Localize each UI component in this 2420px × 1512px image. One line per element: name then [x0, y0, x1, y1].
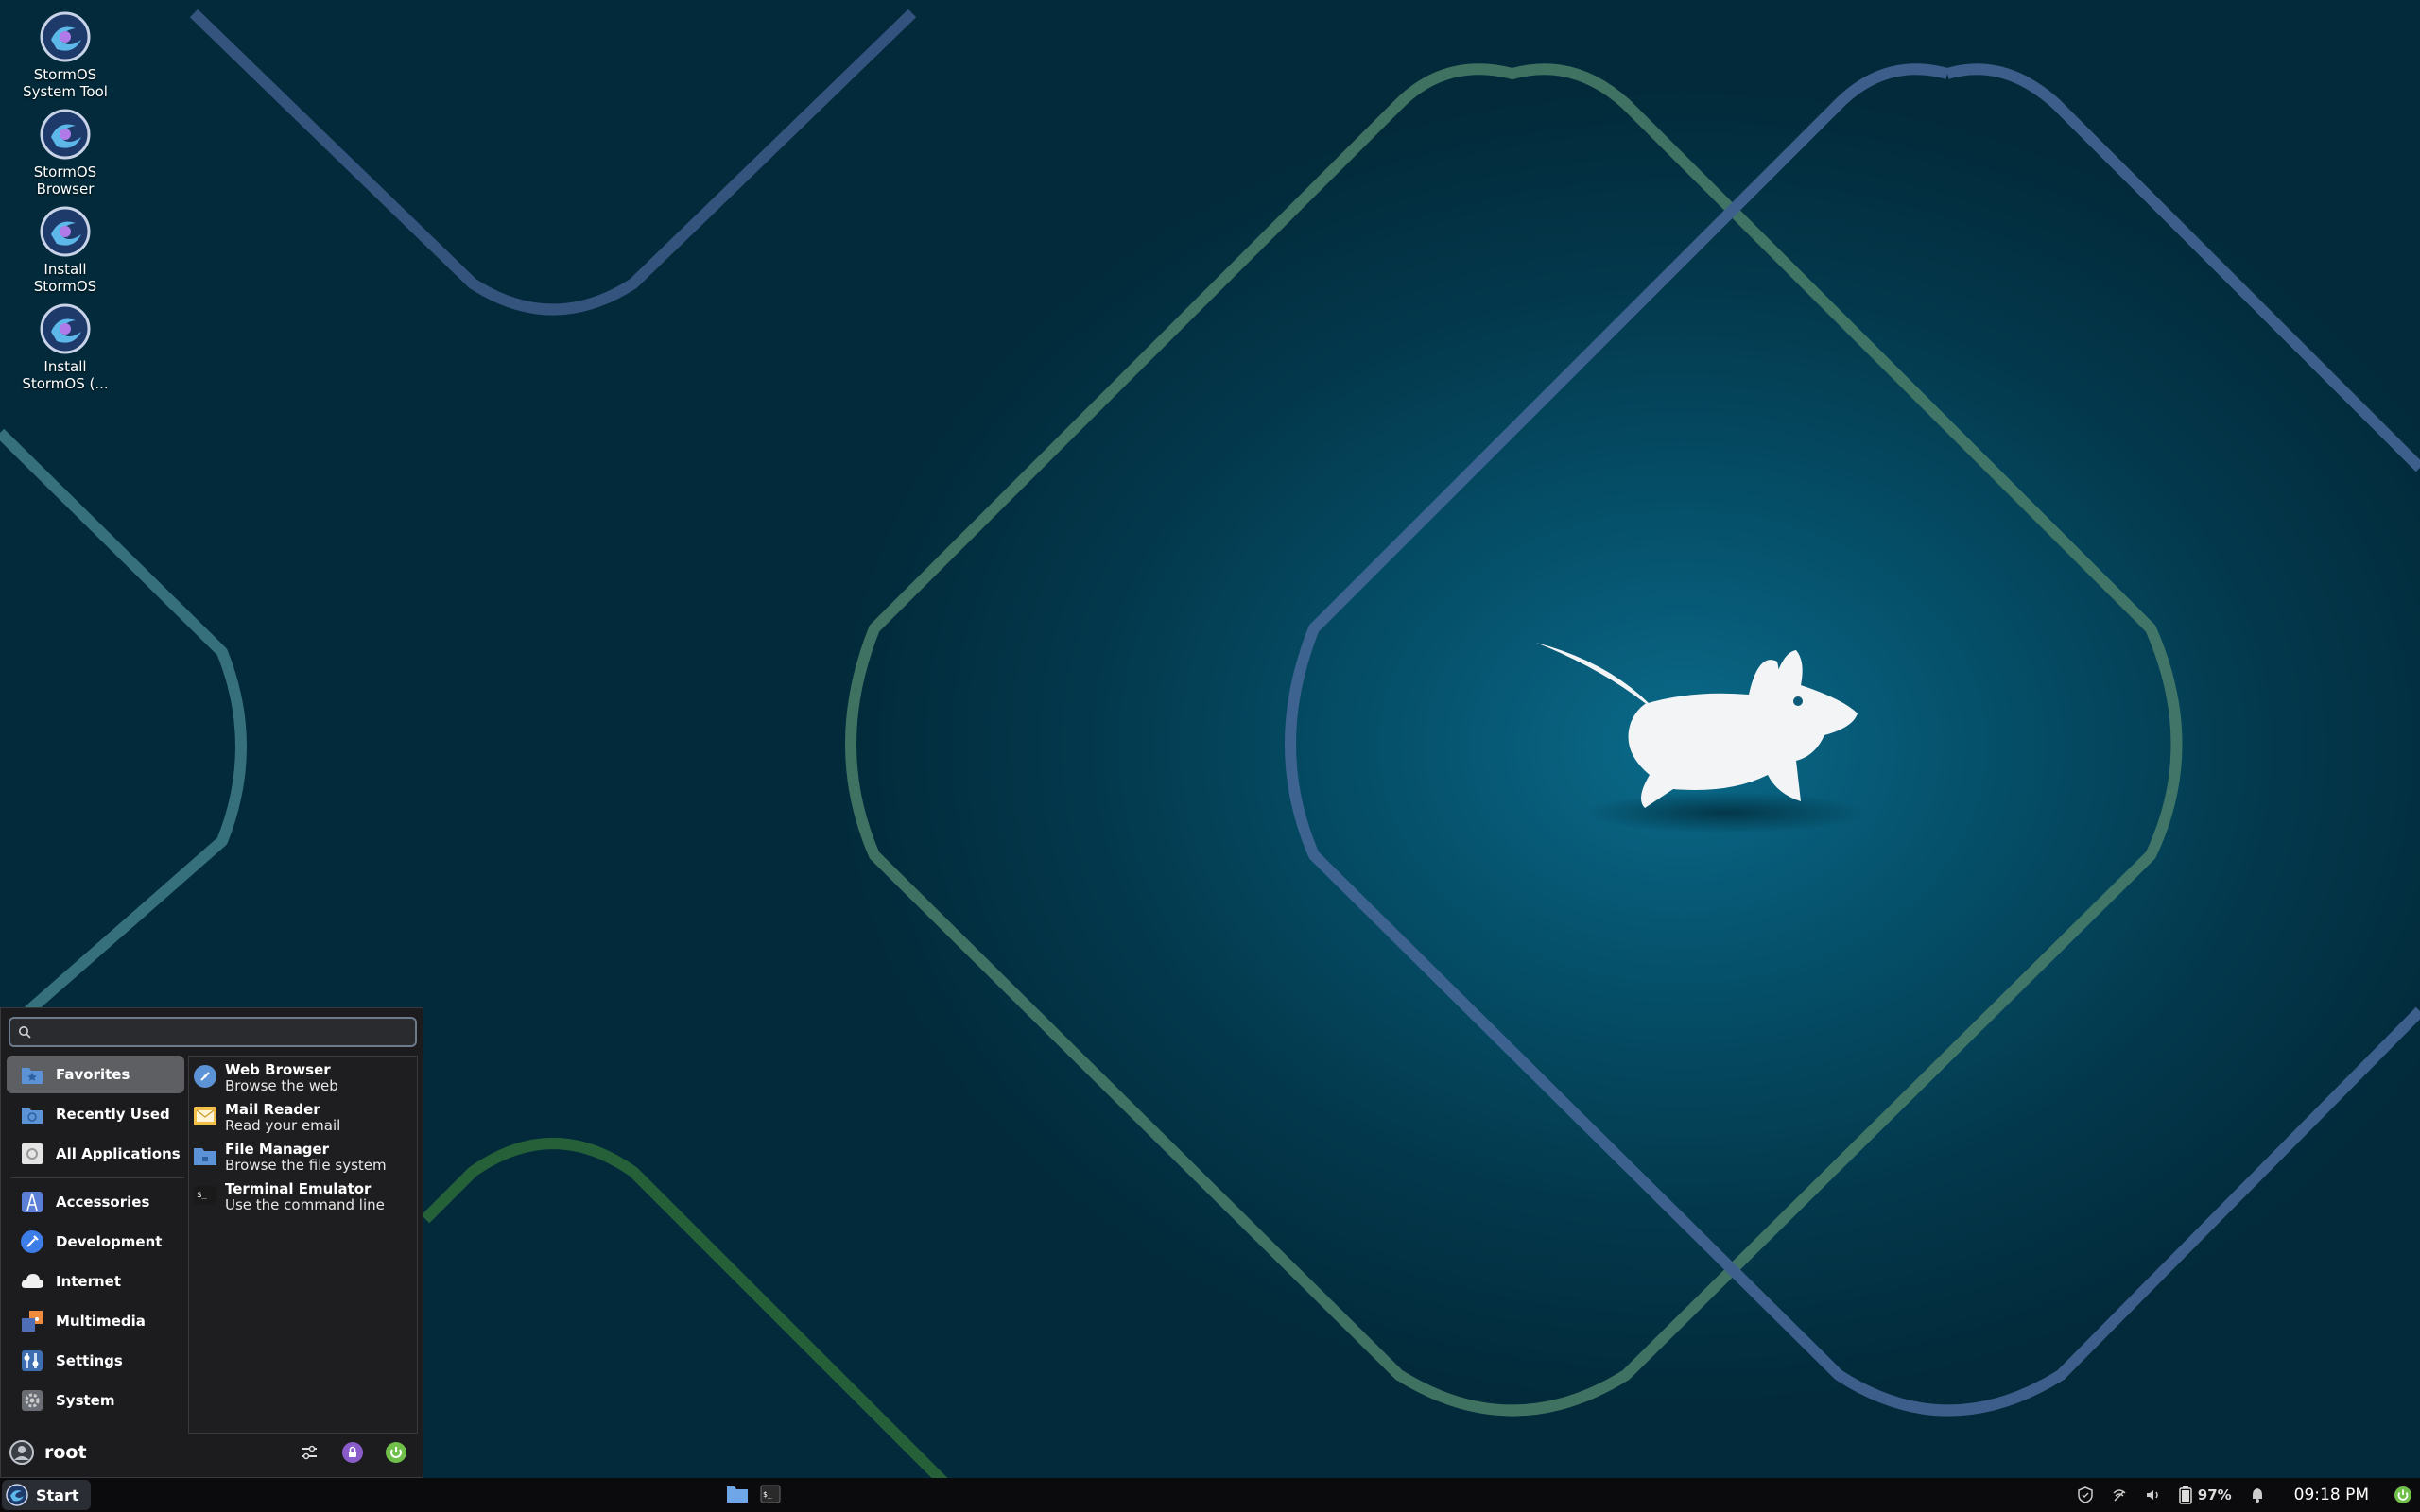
- category-separator: [10, 1177, 184, 1178]
- app-name: Terminal Emulator: [225, 1180, 372, 1197]
- category-label: Recently Used: [56, 1106, 170, 1123]
- notification-bell-icon[interactable]: [2249, 1486, 2266, 1503]
- system-tray: 97% 09:18 PM: [2077, 1478, 2420, 1512]
- category-label: Favorites: [56, 1066, 130, 1083]
- all-apps-icon: [22, 1143, 43, 1164]
- desktop-icon-label: Install StormOS (...: [22, 358, 109, 392]
- desktop-icon-install-alt[interactable]: Install StormOS (...: [13, 303, 117, 392]
- app-item-mail-reader[interactable]: Mail Reader Read your email: [189, 1096, 417, 1136]
- app-name: Mail Reader: [225, 1101, 320, 1118]
- internet-cloud-icon: [21, 1274, 43, 1288]
- category-recently-used[interactable]: Recently Used: [7, 1095, 184, 1133]
- clock[interactable]: 09:18 PM: [2294, 1486, 2369, 1504]
- app-name: Web Browser: [225, 1061, 331, 1078]
- favorites-folder-icon: [22, 1068, 43, 1084]
- stormos-logo-icon: [6, 1484, 28, 1506]
- user-name: root: [44, 1442, 87, 1463]
- network-icon[interactable]: [2111, 1486, 2128, 1503]
- settings-icon: [22, 1350, 43, 1371]
- desktop-icon-label: Install StormOS: [33, 261, 97, 295]
- recent-folder-icon: [22, 1108, 43, 1124]
- system-gear-icon: [22, 1390, 43, 1411]
- battery-percent: 97%: [2197, 1486, 2232, 1503]
- volume-icon[interactable]: [2145, 1486, 2162, 1503]
- app-description: Read your email: [225, 1117, 341, 1134]
- stormos-logo-icon: [40, 303, 91, 354]
- svg-text:$_: $_: [763, 1490, 772, 1499]
- logout-icon[interactable]: [385, 1441, 407, 1464]
- category-label: Settings: [56, 1352, 123, 1369]
- stormos-logo-icon: [40, 206, 91, 257]
- category-label: Accessories: [56, 1194, 150, 1211]
- accessories-icon: [22, 1192, 43, 1212]
- category-multimedia[interactable]: Multimedia: [7, 1302, 184, 1340]
- app-description: Browse the file system: [225, 1157, 387, 1174]
- search-input[interactable]: [37, 1022, 400, 1041]
- development-icon: [21, 1230, 43, 1253]
- desktop-icon-system-tool[interactable]: StormOS System Tool: [13, 11, 117, 100]
- mail-icon: [194, 1107, 216, 1125]
- category-all-applications[interactable]: All Applications: [7, 1135, 184, 1173]
- file-manager-icon: [194, 1148, 216, 1165]
- stormos-logo-icon: [40, 11, 91, 62]
- category-development[interactable]: Development: [7, 1223, 184, 1261]
- category-label: Development: [56, 1233, 163, 1250]
- svg-text:$_: $_: [197, 1191, 207, 1200]
- taskbar: Start $_ 97% 09:18 PM: [0, 1478, 2420, 1512]
- task-list: $_: [726, 1484, 781, 1504]
- power-status-icon[interactable]: [2394, 1486, 2412, 1504]
- lock-icon[interactable]: [341, 1441, 364, 1464]
- category-system[interactable]: System: [7, 1382, 184, 1419]
- category-label: Multimedia: [56, 1313, 146, 1330]
- menu-actions: [298, 1441, 407, 1464]
- category-internet[interactable]: Internet: [7, 1263, 184, 1300]
- multimedia-icon: [22, 1311, 43, 1332]
- desktop-icon-label: StormOS System Tool: [23, 66, 108, 100]
- start-label: Start: [36, 1486, 79, 1504]
- web-browser-icon: [194, 1065, 216, 1088]
- app-list: Web Browser Browse the web Mail Reader R…: [188, 1056, 418, 1434]
- search-icon: [19, 1026, 31, 1039]
- battery-icon: [2179, 1486, 2192, 1504]
- file-manager-icon[interactable]: [726, 1484, 749, 1504]
- desktop-icon-install[interactable]: Install StormOS: [13, 206, 117, 295]
- app-item-terminal-emulator[interactable]: $_ Terminal Emulator Use the command lin…: [189, 1176, 417, 1215]
- settings-sliders-icon[interactable]: [298, 1441, 320, 1464]
- category-list: Favorites Recently Used All Applications…: [7, 1056, 184, 1421]
- category-label: Internet: [56, 1273, 122, 1290]
- app-description: Browse the web: [225, 1077, 338, 1094]
- search-box[interactable]: [9, 1017, 417, 1047]
- shield-icon[interactable]: [2077, 1486, 2094, 1503]
- category-settings[interactable]: Settings: [7, 1342, 184, 1380]
- user-avatar-icon: [9, 1440, 34, 1465]
- battery-indicator[interactable]: 97%: [2179, 1486, 2232, 1504]
- category-label: All Applications: [56, 1145, 181, 1162]
- terminal-icon: $_: [194, 1186, 216, 1205]
- category-accessories[interactable]: Accessories: [7, 1183, 184, 1221]
- start-button[interactable]: Start: [2, 1480, 91, 1510]
- desktop-icon-label: StormOS Browser: [33, 163, 97, 198]
- stormos-logo-icon: [40, 109, 91, 160]
- app-description: Use the command line: [225, 1196, 385, 1213]
- app-name: File Manager: [225, 1141, 330, 1158]
- desktop-icon-browser[interactable]: StormOS Browser: [13, 109, 117, 198]
- application-menu: Favorites Recently Used All Applications…: [0, 1007, 424, 1478]
- terminal-icon[interactable]: $_: [760, 1484, 781, 1504]
- menu-footer: root: [9, 1437, 417, 1468]
- category-favorites[interactable]: Favorites: [7, 1056, 184, 1093]
- app-item-file-manager[interactable]: File Manager Browse the file system: [189, 1136, 417, 1176]
- app-item-web-browser[interactable]: Web Browser Browse the web: [189, 1057, 417, 1096]
- category-label: System: [56, 1392, 115, 1409]
